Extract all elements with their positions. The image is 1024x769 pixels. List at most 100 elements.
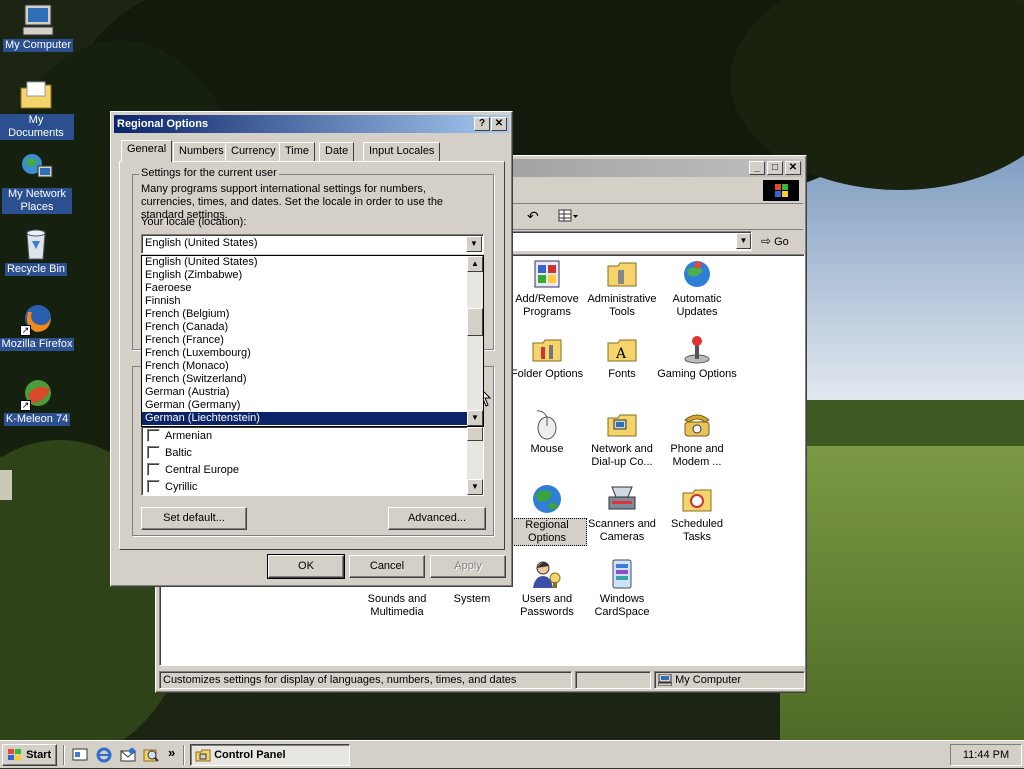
cp-item-add-remove-programs[interactable]: Add/Remove Programs: [507, 258, 587, 319]
locale-dropdown-list[interactable]: English (United States) English (Zimbabwe…: [141, 255, 484, 427]
phone-icon: [681, 408, 713, 440]
desktop-icon-my-computer[interactable]: My Computer: [0, 3, 76, 52]
language-list-scrollbar[interactable]: ▼: [467, 427, 483, 495]
system-clock[interactable]: 11:44 PM: [950, 744, 1022, 766]
desktop-icon-my-documents[interactable]: My Documents: [0, 78, 74, 140]
help-button[interactable]: ?: [474, 117, 490, 131]
undo-icon[interactable]: ↶: [527, 208, 539, 225]
scroll-up-icon[interactable]: ▲: [467, 256, 483, 272]
regional-options-dialog[interactable]: Regional Options ? ✕ General Numbers Cur…: [110, 111, 513, 587]
locale-label: Your locale (location):: [141, 216, 247, 228]
tab-general[interactable]: General: [121, 140, 173, 162]
cancel-button[interactable]: Cancel: [349, 555, 425, 578]
locale-option[interactable]: Faeroese: [142, 282, 468, 295]
joystick-icon: [681, 333, 713, 365]
locale-option[interactable]: English (United States): [142, 256, 468, 269]
scroll-thumb[interactable]: [467, 427, 483, 441]
apply-button[interactable]: Apply: [430, 555, 506, 578]
quicklaunch-more-icon[interactable]: »: [168, 745, 175, 760]
language-checkbox[interactable]: [147, 462, 160, 476]
firefox-icon: ↗: [20, 302, 54, 336]
cp-item-folder-options[interactable]: Folder Options: [507, 333, 587, 381]
go-button[interactable]: ⇨ Go: [761, 232, 789, 251]
close-button[interactable]: ✕: [785, 161, 801, 175]
dialog-title: Regional Options: [117, 118, 209, 130]
minimize-button[interactable]: _: [749, 161, 765, 175]
status-text: Customizes settings for display of langu…: [159, 671, 572, 689]
internet-explorer-icon[interactable]: [96, 747, 112, 763]
locale-option[interactable]: German (Germany): [142, 399, 468, 412]
locale-option[interactable]: English (Zimbabwe): [142, 269, 468, 282]
language-checklist[interactable]: Armenian Baltic Central Europe Cyrillic ▼: [141, 426, 484, 496]
status-bar: Customizes settings for display of langu…: [159, 671, 805, 689]
desktop-icon-k-meleon[interactable]: ↗ K-Meleon 74: [0, 377, 75, 426]
chevron-down-icon[interactable]: ▼: [736, 233, 751, 249]
desktop-icon-mozilla-firefox[interactable]: ↗ Mozilla Firefox: [0, 302, 75, 351]
cp-item-automatic-updates[interactable]: Automatic Updates: [657, 258, 737, 319]
locale-option[interactable]: German (Austria): [142, 386, 468, 399]
cp-item-mouse[interactable]: Mouse: [507, 408, 587, 456]
set-default-button[interactable]: Set default...: [141, 507, 247, 530]
language-setting-item[interactable]: Armenian: [142, 428, 468, 445]
cp-item-administrative-tools[interactable]: Administrative Tools: [582, 258, 662, 319]
advanced-button[interactable]: Advanced...: [388, 507, 486, 530]
locale-option[interactable]: French (France): [142, 334, 468, 347]
tab-date[interactable]: Date: [319, 142, 355, 161]
network-icon: [20, 152, 54, 186]
status-zone: My Computer: [654, 671, 805, 689]
locale-list-scrollbar[interactable]: ▲ ▼: [467, 256, 483, 426]
language-checkbox[interactable]: [147, 428, 160, 442]
search-icon[interactable]: [143, 747, 159, 763]
locale-option[interactable]: French (Canada): [142, 321, 468, 334]
tab-time[interactable]: Time: [279, 142, 316, 161]
globe-update-icon: [681, 258, 713, 290]
language-setting-item[interactable]: Baltic: [142, 445, 468, 462]
dialog-titlebar[interactable]: Regional Options ? ✕: [114, 115, 509, 133]
desktop-icon-recycle-bin[interactable]: Recycle Bin: [0, 227, 74, 276]
desktop-icon-my-network-places[interactable]: My Network Places: [0, 152, 75, 214]
locale-option[interactable]: French (Switzerland): [142, 373, 468, 386]
cp-item-users-passwords[interactable]: Users and Passwords: [507, 558, 587, 619]
scroll-down-icon[interactable]: ▼: [467, 410, 483, 426]
language-setting-item[interactable]: Cyrillic: [142, 479, 468, 496]
chevron-down-icon[interactable]: ▼: [466, 236, 482, 252]
cp-item-scanners-cameras[interactable]: Scanners and Cameras: [582, 483, 662, 544]
tab-currency[interactable]: Currency: [225, 142, 282, 161]
cp-item-regional-options[interactable]: Regional Options: [507, 483, 587, 546]
cp-item-scheduled-tasks[interactable]: Scheduled Tasks: [657, 483, 737, 544]
language-setting-item[interactable]: Central Europe: [142, 462, 468, 479]
cp-item-fonts[interactable]: A Fonts: [582, 333, 662, 381]
show-desktop-icon[interactable]: [72, 747, 88, 763]
windows-logo-icon: [763, 180, 799, 201]
language-setting-label: Central Europe: [165, 464, 239, 476]
taskbar-button-control-panel[interactable]: Control Panel: [190, 744, 350, 766]
maximize-button[interactable]: □: [767, 161, 783, 175]
locale-combobox[interactable]: English (United States) ▼: [141, 234, 484, 254]
cp-item-network-dialup[interactable]: Network and Dial-up Co...: [582, 408, 662, 469]
cp-item-gaming-options[interactable]: Gaming Options: [657, 333, 737, 381]
locale-option[interactable]: French (Monaco): [142, 360, 468, 373]
scroll-down-icon[interactable]: ▼: [467, 479, 483, 495]
locale-option[interactable]: French (Luxembourg): [142, 347, 468, 360]
language-checkbox[interactable]: [147, 479, 160, 493]
ok-button[interactable]: OK: [267, 554, 345, 579]
folder-icon: [19, 78, 53, 112]
taskbar-separator: [183, 745, 185, 765]
tab-numbers[interactable]: Numbers: [173, 142, 230, 161]
locale-option[interactable]: Finnish: [142, 295, 468, 308]
svg-text:A: A: [615, 346, 627, 362]
close-button[interactable]: ✕: [491, 117, 507, 131]
start-button[interactable]: Start: [2, 744, 57, 766]
locale-option[interactable]: German (Liechtenstein): [142, 412, 468, 425]
views-icon[interactable]: [557, 207, 579, 225]
language-checkbox[interactable]: [147, 445, 160, 459]
locale-option[interactable]: French (Belgium): [142, 308, 468, 321]
cp-item-windows-cardspace[interactable]: Windows CardSpace: [582, 558, 662, 619]
cardspace-icon: [606, 558, 638, 590]
tab-page-general: Settings for the current user Many progr…: [119, 161, 505, 550]
language-setting-label: Cyrillic: [165, 481, 198, 493]
tab-input-locales[interactable]: Input Locales: [363, 142, 441, 161]
outlook-express-icon[interactable]: [120, 747, 136, 763]
cp-item-phone-modem[interactable]: Phone and Modem ...: [657, 408, 737, 469]
scroll-thumb[interactable]: [467, 308, 483, 336]
